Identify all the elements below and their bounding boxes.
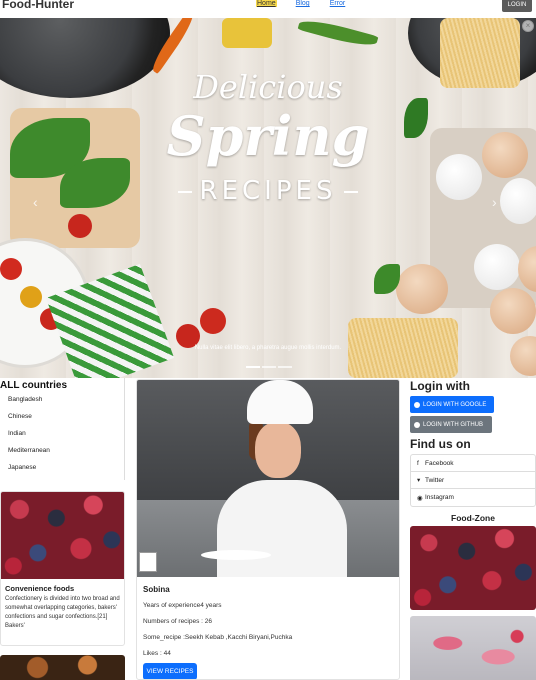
hero-title-spring: Spring (166, 104, 370, 168)
convenience-foods-text: Confectionery is divided into two broad … (5, 596, 120, 629)
tomato-vine-2 (200, 308, 226, 334)
carousel-indicator-3[interactable] (278, 366, 292, 368)
hero-title-recipes: RECIPES (0, 176, 536, 206)
chef-hat (247, 380, 313, 424)
carousel-next-arrow[interactable]: › (492, 194, 497, 210)
view-recipes-button[interactable]: VIEW RECIPES (143, 663, 197, 679)
cherry-tomato (0, 258, 22, 280)
github-icon (414, 421, 420, 428)
country-item-chinese[interactable]: Chinese (8, 408, 126, 425)
instagram-icon: ◉ (417, 494, 423, 502)
facebook-icon: f (417, 459, 419, 467)
hero-title-recipes-text: RECIPES (199, 176, 337, 206)
country-item-japanese[interactable]: Japanese (8, 459, 126, 476)
country-item-bangladesh[interactable]: Bangladesh (8, 391, 126, 408)
nav-link-home[interactable]: Home (256, 0, 277, 7)
social-links: f Facebook ▾ Twitter ◉ Instagram (410, 454, 536, 507)
twitter-label: Twitter (425, 476, 445, 484)
google-button-label: LOGIN WITH GOOGLE (423, 401, 487, 408)
chef-recipe-count: Numbers of recipes : 26 (143, 618, 213, 625)
cherry-tomato-yellow (20, 286, 42, 308)
chef-face (255, 422, 301, 478)
instagram-label: Instagram (425, 494, 454, 501)
carousel-indicator-1[interactable] (246, 366, 260, 368)
countries-divider (124, 378, 125, 480)
twitter-icon: ▾ (417, 477, 421, 484)
country-item-indian[interactable]: Indian (8, 425, 126, 442)
oil-bottle-image (222, 18, 272, 48)
login-with-github-button[interactable]: LOGIN WITH GITHUB (410, 416, 492, 433)
hero-title-delicious: Delicious (193, 68, 343, 106)
google-icon (414, 401, 420, 408)
nav-links: Home Blog Error (256, 0, 364, 7)
plate-image (201, 550, 271, 560)
social-item-facebook[interactable]: f Facebook (411, 455, 535, 472)
countries-title: ALL countries (0, 380, 68, 391)
food-zone-berries-image (410, 526, 536, 610)
chef-some-recipe: Some_recipe :Seekh Kebab ,Kacchi Biryani… (143, 634, 293, 641)
navbar: Food-Hunter Home Blog Error LOGIN (0, 0, 536, 18)
sidebar: Login with LOGIN WITH GOOGLE LOGIN WITH … (410, 378, 536, 680)
convenience-foods-title: Convenience foods (5, 584, 75, 593)
food-zone-macarons-image (410, 616, 536, 680)
egg-brown-3 (490, 288, 536, 334)
close-icon[interactable]: × (522, 20, 534, 32)
chef-experience: Years of experience4 years (143, 602, 222, 609)
egg-loose (396, 264, 448, 314)
facebook-label: Facebook (425, 459, 454, 467)
food-zone-title: Food-Zone (451, 513, 495, 523)
login-button[interactable]: LOGIN (502, 0, 532, 12)
chef-photo (137, 380, 399, 577)
egg-white-3 (474, 244, 520, 290)
tomato-image (68, 214, 92, 238)
convenience-foods-card: Convenience foods Confectionery is divid… (0, 491, 125, 646)
food-image (0, 655, 125, 680)
chef-likes: Likes : 44 (143, 650, 171, 657)
chef-coat (217, 480, 347, 577)
social-item-instagram[interactable]: ◉ Instagram (411, 489, 535, 506)
social-item-twitter[interactable]: ▾ Twitter (411, 472, 535, 489)
find-us-title: Find us on (410, 437, 471, 451)
chef-name: Sobina (143, 585, 170, 594)
award-badge-icon (139, 552, 157, 572)
hero-caption: Nulla vitae elit libero, a pharetra augu… (194, 345, 342, 351)
nav-link-blog[interactable]: Blog (295, 0, 311, 7)
country-item-mediterranean[interactable]: Mediterranean (8, 442, 126, 459)
nav-link-error[interactable]: Error (329, 0, 347, 7)
title-dash-left (177, 190, 192, 193)
hero-carousel: Delicious Spring RECIPES Nulla vitae eli… (0, 18, 536, 378)
brand-logo[interactable]: Food-Hunter (2, 0, 74, 11)
carousel-prev-arrow[interactable]: ‹ (33, 194, 38, 210)
berries-image (1, 492, 124, 579)
login-with-google-button[interactable]: LOGIN WITH GOOGLE (410, 396, 494, 413)
countries-panel: ALL countries Bangladesh Chinese Indian … (0, 378, 126, 476)
github-button-label: LOGIN WITH GITHUB (423, 421, 483, 428)
title-dash-right (344, 190, 359, 193)
carousel-indicator-2[interactable] (262, 366, 276, 368)
chef-card: Sobina Years of experience4 years Number… (136, 379, 400, 680)
login-with-title: Login with (410, 379, 470, 393)
